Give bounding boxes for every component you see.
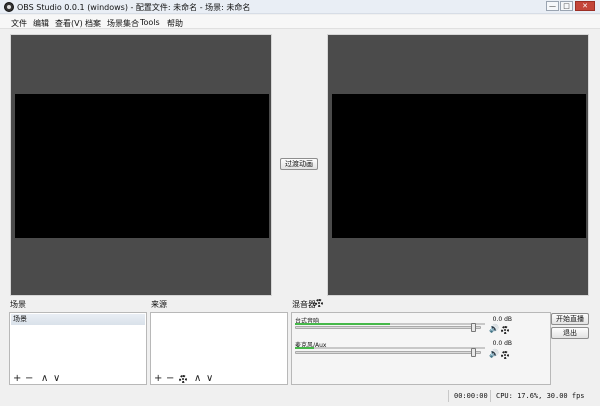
move-scene-down-icon[interactable]: ∨	[53, 373, 60, 385]
mixer-label: 混音器	[292, 300, 316, 309]
menu-help[interactable]: 帮助	[167, 18, 183, 29]
status-bar: 00:00:00 CPU: 17.6%, 30.00 fps	[0, 388, 600, 406]
scenes-label: 场景	[10, 300, 26, 309]
move-scene-up-icon[interactable]: ∧	[41, 373, 48, 385]
status-separator	[448, 390, 449, 402]
obs-logo-icon	[4, 2, 14, 12]
title-bar: OBS Studio 0.0.1 (windows) - 配置文件: 未命名 -…	[0, 0, 600, 14]
sources-list[interactable]: + − ∧ ∨	[150, 312, 288, 385]
exit-button[interactable]: 退出	[551, 327, 589, 339]
volume-slider-handle[interactable]	[471, 348, 477, 357]
remove-source-icon[interactable]: −	[166, 373, 174, 385]
maximize-button[interactable]: □	[560, 1, 573, 11]
status-cpu-fps: CPU: 17.6%, 30.00 fps	[496, 392, 585, 400]
channel-settings-gear-icon[interactable]	[501, 351, 509, 359]
volume-slider[interactable]	[295, 323, 481, 332]
scenes-toolbar: + − ∧ ∨	[10, 373, 146, 385]
program-pane[interactable]	[327, 34, 589, 296]
program-screen	[332, 94, 586, 238]
move-source-down-icon[interactable]: ∨	[206, 373, 213, 385]
sources-toolbar: + − ∧ ∨	[151, 373, 287, 385]
remove-scene-icon[interactable]: −	[25, 373, 33, 385]
volume-meter	[295, 323, 485, 325]
move-source-up-icon[interactable]: ∧	[194, 373, 201, 385]
start-streaming-button[interactable]: 开始直播	[551, 313, 589, 325]
status-time: 00:00:00	[454, 392, 488, 400]
speaker-icon[interactable]: 🔊	[489, 350, 499, 358]
menu-tools[interactable]: Tools	[140, 18, 160, 27]
menu-edit[interactable]: 编辑	[33, 18, 49, 29]
audio-mixer: 台式音响 0.0 dB 🔊 麦克风/Aux 0.0 dB 🔊	[291, 312, 551, 385]
preview-pane[interactable]	[10, 34, 272, 296]
menu-scene-collection[interactable]: 场景集合	[107, 18, 139, 29]
menu-view[interactable]: 查看(V)	[55, 18, 83, 29]
speaker-icon[interactable]: 🔊	[489, 325, 499, 333]
mixer-channel-db: 0.0 dB	[492, 340, 512, 347]
minimize-button[interactable]: —	[546, 1, 559, 11]
add-scene-icon[interactable]: +	[13, 373, 21, 385]
transition-button[interactable]: 过渡动画	[280, 158, 318, 170]
scenes-list[interactable]: 场景 + − ∧ ∨	[9, 312, 147, 385]
sources-label: 来源	[151, 300, 167, 309]
volume-slider-handle[interactable]	[471, 323, 477, 332]
add-source-icon[interactable]: +	[154, 373, 162, 385]
volume-meter	[295, 347, 485, 349]
menu-file[interactable]: 文件	[11, 18, 27, 29]
channel-settings-gear-icon[interactable]	[501, 326, 509, 334]
menu-bar: 文件 编辑 查看(V) 档案 场景集合 Tools 帮助	[0, 15, 600, 29]
menu-profile[interactable]: 档案	[85, 18, 101, 29]
close-button[interactable]: ✕	[575, 1, 595, 11]
volume-meter-level	[295, 323, 390, 325]
window-title: OBS Studio 0.0.1 (windows) - 配置文件: 未命名 -…	[17, 3, 251, 12]
status-separator	[490, 390, 491, 402]
scene-item[interactable]: 场景	[11, 314, 145, 325]
preview-screen	[15, 94, 269, 238]
mixer-settings-gear-icon[interactable]	[315, 299, 323, 307]
volume-meter-level	[295, 347, 314, 349]
mixer-channel-db: 0.0 dB	[492, 316, 512, 323]
source-properties-gear-icon[interactable]	[179, 375, 187, 383]
volume-slider[interactable]	[295, 348, 481, 357]
